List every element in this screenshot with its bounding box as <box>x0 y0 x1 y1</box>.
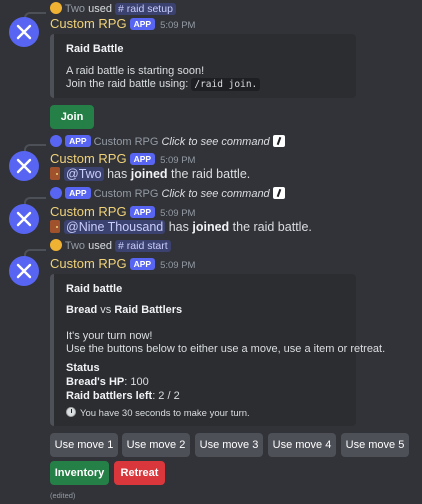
text: the raid battle. <box>229 220 312 234</box>
avatar[interactable] <box>9 204 39 234</box>
use-move-2-button[interactable]: Use move 2 <box>122 433 190 457</box>
use-move-5-button[interactable]: Use move 5 <box>341 433 409 457</box>
message-header: Custom RPG APP 5:09 PM <box>50 151 195 166</box>
join-button[interactable]: Join <box>50 105 94 129</box>
use-move-3-button[interactable]: Use move 3 <box>195 433 263 457</box>
command-name: raid setup <box>126 3 173 15</box>
team-name: Raid Battlers <box>114 304 183 316</box>
app-badge: APP <box>129 18 156 30</box>
app-badge: APP <box>129 258 156 270</box>
timer-text: You have 30 seconds to make your turn. <box>80 408 250 419</box>
reply-used: used <box>88 3 112 15</box>
inventory-button[interactable]: Inventory <box>50 461 109 485</box>
message-header: Custom RPG APP 5:09 PM <box>50 256 195 271</box>
raid-embed: Raid Battle A raid battle is starting so… <box>50 34 356 98</box>
reply-header[interactable]: APP Custom RPG Click to see command <box>50 135 285 148</box>
swords-icon <box>16 158 32 174</box>
use-move-4-button[interactable]: Use move 4 <box>268 433 336 457</box>
command-pill[interactable]: # raid start <box>115 240 171 252</box>
username[interactable]: Custom RPG <box>50 16 127 31</box>
command-code: /raid join. <box>191 78 261 91</box>
user-mention[interactable]: @Two <box>64 167 104 181</box>
reply-header[interactable]: Two used # raid start <box>50 239 171 252</box>
swords-icon <box>16 211 32 227</box>
door-icon <box>50 220 60 233</box>
message-header: Custom RPG APP 5:09 PM <box>50 16 195 31</box>
reply-user[interactable]: Custom RPG <box>94 188 159 200</box>
vs-text: vs <box>97 304 115 316</box>
use-move-1-button[interactable]: Use move 1 <box>50 433 118 457</box>
bold-text: joined <box>192 220 230 234</box>
timestamp: 5:09 PM <box>160 20 196 31</box>
text: the raid battle. <box>167 167 251 181</box>
versus-line: Bread vs Raid Battlers <box>66 304 182 316</box>
edited-label: (edited) <box>50 491 76 500</box>
swords-icon <box>16 263 32 279</box>
user-avatar-mini <box>50 2 62 14</box>
embed-text: Join the raid battle using: <box>66 78 192 90</box>
hp-line: Bread's HP: 100 <box>66 376 149 388</box>
swords-icon <box>16 24 32 40</box>
username[interactable]: Custom RPG <box>50 256 127 271</box>
raiders-value: : 2 / 2 <box>152 390 180 402</box>
raiders-label: Raid battlers left <box>66 390 153 402</box>
clock-icon <box>66 407 76 417</box>
embed-title: Raid Battle <box>66 43 124 55</box>
bot-avatar-mini <box>50 187 62 199</box>
app-badge: APP <box>65 187 91 199</box>
message-header: Custom RPG APP 5:09 PM <box>50 204 195 219</box>
reply-header[interactable]: Two used # raid setup <box>50 2 176 15</box>
door-icon <box>50 167 60 180</box>
message-text: @Two has joined the raid battle. <box>50 167 250 181</box>
timestamp: 5:09 PM <box>160 208 196 219</box>
reply-user[interactable]: Two <box>65 3 85 15</box>
hp-label: Bread's HP <box>66 376 125 388</box>
reply-used: used <box>88 240 112 252</box>
embed-line: A raid battle is starting soon! <box>66 65 205 77</box>
user-avatar-mini <box>50 239 62 251</box>
command-icon <box>272 187 285 199</box>
command-icon <box>272 135 285 147</box>
avatar[interactable] <box>9 256 39 286</box>
reply-user[interactable]: Two <box>65 240 85 252</box>
reply-command-text[interactable]: Click to see command <box>161 136 269 148</box>
text: has <box>103 167 131 181</box>
command-name: raid start <box>126 240 168 252</box>
text: has <box>165 220 193 234</box>
bot-avatar-mini <box>50 135 62 147</box>
embed-line: Use the buttons below to either use a mo… <box>66 343 386 355</box>
username[interactable]: Custom RPG <box>50 151 127 166</box>
app-badge: APP <box>129 153 156 165</box>
opponent-name: Bread <box>66 304 98 316</box>
reply-user[interactable]: Custom RPG <box>94 136 159 148</box>
embed-line: Join the raid battle using: /raid join. <box>66 78 261 91</box>
avatar[interactable] <box>9 17 39 47</box>
username[interactable]: Custom RPG <box>50 204 127 219</box>
raiders-line: Raid battlers left: 2 / 2 <box>66 390 180 402</box>
timestamp: 5:09 PM <box>160 260 196 271</box>
bold-text: joined <box>130 167 168 181</box>
retreat-button[interactable]: Retreat <box>114 461 165 485</box>
avatar[interactable] <box>9 151 39 181</box>
app-badge: APP <box>65 135 91 147</box>
command-pill[interactable]: # raid setup <box>115 3 176 15</box>
hp-value: : 100 <box>124 376 149 388</box>
raid-battle-embed: Raid battle Bread vs Raid Battlers It's … <box>50 274 385 426</box>
reply-command-text[interactable]: Click to see command <box>161 188 269 200</box>
user-mention[interactable]: @Nine Thousand <box>64 220 166 234</box>
embed-title: Raid battle <box>66 283 123 295</box>
timestamp: 5:09 PM <box>160 155 196 166</box>
embed-line: It's your turn now! <box>66 330 153 342</box>
app-badge: APP <box>129 206 156 218</box>
status-label: Status <box>66 362 100 374</box>
reply-header[interactable]: APP Custom RPG Click to see command <box>50 187 285 200</box>
timer-line: You have 30 seconds to make your turn. <box>66 407 250 419</box>
message-text: @Nine Thousand has joined the raid battl… <box>50 220 312 234</box>
